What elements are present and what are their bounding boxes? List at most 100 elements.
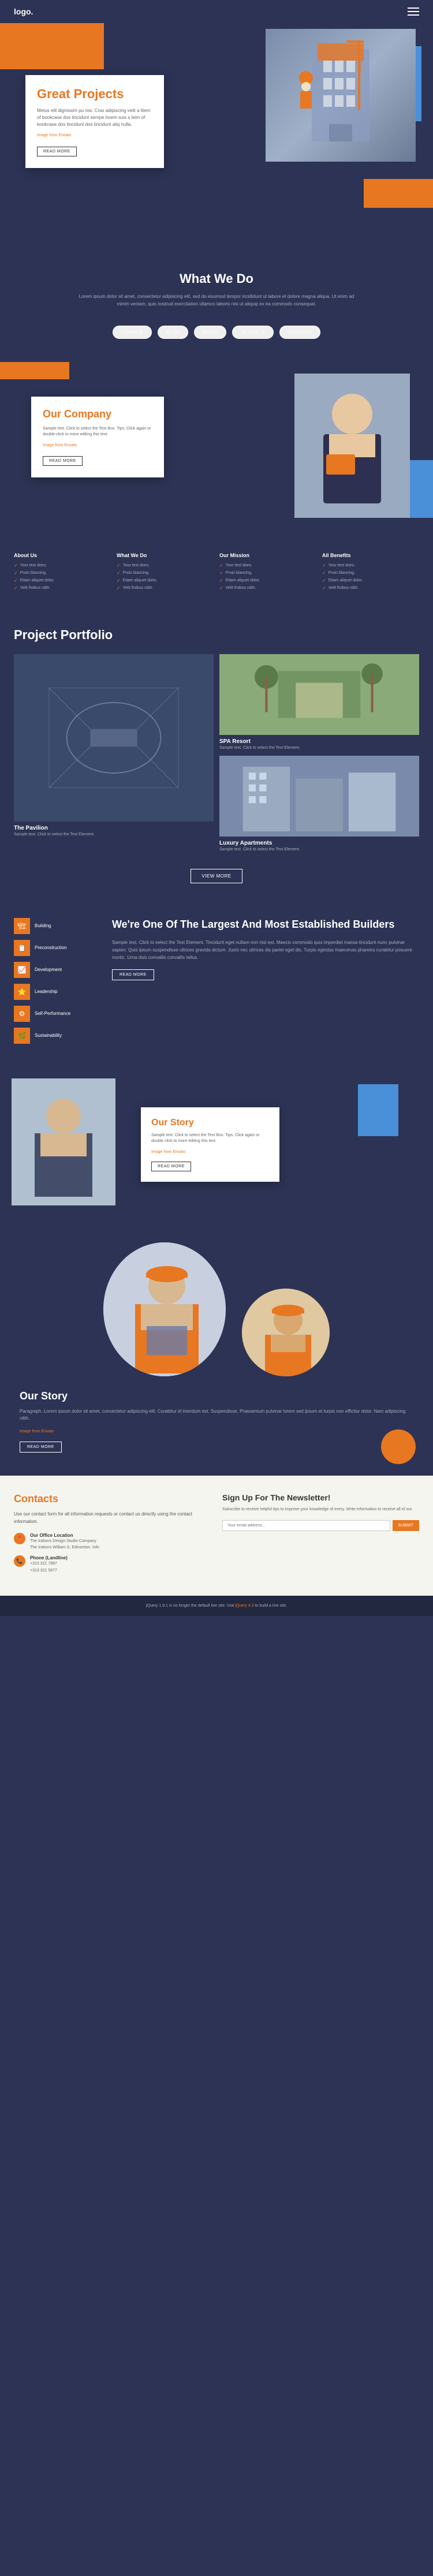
- about-col-1-item-1: ✓Your text does.: [14, 563, 111, 568]
- team-read-more-button[interactable]: READ MORE: [20, 1442, 62, 1453]
- hamburger-line-2: [408, 11, 419, 12]
- company-read-more-button[interactable]: READ MORE: [43, 456, 83, 466]
- services-row: FINANCE PLAN BUILD ACTIVATE OPERATE: [14, 326, 419, 339]
- about-col-2-item-3: ✓Etiam aliquet dolor.: [117, 578, 214, 583]
- self-performance-icon: ⚙: [14, 1006, 30, 1022]
- builders-icons-list: 🏗 Building 📋 Preconstruction 📈 Developme…: [14, 918, 100, 1044]
- footer-link[interactable]: jQuery 4.3: [235, 1604, 253, 1608]
- builder-label-sustainability: Sustainability: [35, 1033, 62, 1038]
- service-finance[interactable]: FINANCE: [113, 326, 152, 339]
- builders-section: 🏗 Building 📋 Preconstruction 📈 Developme…: [0, 901, 433, 1067]
- about-col-4-item-3: ✓Etiam aliquet dolor.: [322, 578, 419, 583]
- service-build[interactable]: BUILD: [194, 326, 226, 339]
- office-title: Our Office Location: [30, 1533, 99, 1538]
- company-image-caption: Image from Envato: [43, 443, 152, 449]
- about-col-1-item-3: ✓Etiam aliquet dolor.: [14, 578, 111, 583]
- about-col-4-title: All Benefits: [322, 552, 419, 558]
- builder-item-leadership: ⭐ Leadership: [14, 984, 100, 1000]
- phone-title: Phone (Landline): [30, 1555, 68, 1560]
- portfolio-item-spa[interactable]: SPA Resort Sample text. Click to select …: [219, 654, 419, 750]
- hero-image-caption: Image from Envato: [37, 133, 152, 139]
- about-col-2-item-2: ✓Proin blancing.: [117, 570, 214, 576]
- portfolio-item-luxury[interactable]: Luxury Apartments Sample text. Click to …: [219, 756, 419, 852]
- hero-read-more-button[interactable]: READ MORE: [37, 147, 77, 156]
- about-col-1-title: About Us: [14, 552, 111, 558]
- company-orange-accent: [0, 362, 69, 379]
- preconstruction-icon: 📋: [14, 940, 30, 956]
- contacts-section: Contacts Use our contact form for all in…: [0, 1476, 433, 1595]
- check-icon-8: ✓: [117, 585, 121, 591]
- about-col-3-item-4: ✓Velit finibus nibh.: [219, 585, 316, 591]
- builders-read-more-button[interactable]: READ MORE: [112, 969, 154, 980]
- phone-number-1: +313 321 7987: [30, 1560, 68, 1567]
- about-col-1-item-4: ✓Velit finibus nibh.: [14, 585, 111, 591]
- team-title: Our Story: [20, 1390, 413, 1402]
- portfolio-title: Project Portfolio: [14, 628, 419, 643]
- view-more-button[interactable]: VIEW MORE: [191, 869, 242, 883]
- builder-item-preconstruction: 📋 Preconstruction: [14, 940, 100, 956]
- about-col-3-list: ✓Your text does. ✓Proin blancing. ✓Etiam…: [219, 563, 316, 591]
- builder-item-building: 🏗 Building: [14, 918, 100, 934]
- check-icon-10: ✓: [219, 570, 223, 576]
- hero-orange-rect-top: [0, 23, 104, 69]
- service-operate[interactable]: OPERATE: [279, 326, 320, 339]
- builders-title: We're One Of The Largest And Most Establ…: [112, 918, 419, 931]
- office-company: The Indoors Design Studio Company: [30, 1538, 99, 1544]
- story-title: Our Story: [151, 1118, 269, 1128]
- newsletter-submit-button[interactable]: SUBMIT: [393, 1520, 419, 1531]
- check-icon-9: ✓: [219, 563, 223, 568]
- portfolio-item-pavilion[interactable]: The Pavilion Sample text. Click to selec…: [14, 654, 214, 857]
- check-icon-14: ✓: [322, 570, 326, 576]
- pavilion-svg: [14, 654, 214, 822]
- check-icon-1: ✓: [14, 563, 18, 568]
- building-icon: 🏗: [14, 918, 30, 934]
- check-icon-12: ✓: [219, 585, 223, 591]
- footer: jQuery 1.9.1 is no longer the default li…: [0, 1596, 433, 1616]
- builder-label-development: Development: [35, 967, 62, 972]
- footer-text: jQuery 1.9.1 is no longer the default li…: [146, 1604, 287, 1608]
- location-icon: 📍: [14, 1533, 25, 1544]
- hero-image-inner: [266, 29, 416, 162]
- team-secondary-svg: [242, 1289, 332, 1379]
- check-icon-2: ✓: [14, 570, 18, 576]
- person-svg: [294, 374, 410, 518]
- hero-section: Great Projects Metus elit dignissim pu n…: [0, 23, 433, 242]
- about-col-4-item-4: ✓Velit finibus nibh.: [322, 585, 419, 591]
- luxury-sub: Sample text. Click to select the Text El…: [219, 848, 419, 852]
- service-activate[interactable]: ACTIVATE: [232, 326, 274, 339]
- team-photos: [14, 1240, 419, 1379]
- builder-item-development: 📈 Development: [14, 962, 100, 978]
- phone-number-2: +313 321 5677: [30, 1567, 68, 1574]
- company-section: Our Company Sample text. Click to select…: [0, 362, 433, 535]
- portfolio-img-spa: [219, 654, 419, 735]
- check-icon-3: ✓: [14, 578, 18, 583]
- company-title: Our Company: [43, 408, 152, 420]
- story-description: Sample text. Click to select the Text Bo…: [151, 1133, 269, 1145]
- contacts-right: Sign Up For The Newsletter! Subscribe to…: [222, 1493, 419, 1578]
- newsletter-form: SUBMIT: [222, 1520, 419, 1531]
- logo: logo.: [14, 7, 33, 16]
- about-col-3-item-1: ✓Your text does.: [219, 563, 316, 568]
- about-col-2-title: What We Do: [117, 552, 214, 558]
- service-plan[interactable]: PLAN: [158, 326, 188, 339]
- what-we-do-description: Lorem ipsum dolor sit amet, consectetur …: [72, 293, 361, 308]
- story-person-svg: [12, 1078, 115, 1205]
- contacts-left: Contacts Use our contact form for all in…: [14, 1493, 211, 1578]
- our-story-section: Our Story Sample text. Click to select t…: [0, 1067, 433, 1229]
- hamburger-menu[interactable]: [408, 8, 419, 16]
- phone-icon: 📞: [14, 1555, 25, 1567]
- story-image-caption: Image from Envato: [151, 1149, 269, 1156]
- phone-text-block: Phone (Landline) +313 321 7987 +313 321 …: [30, 1555, 68, 1573]
- about-col-1-item-2: ✓Proin blancing.: [14, 570, 111, 576]
- team-photo-main: [101, 1240, 228, 1379]
- portfolio-img-luxury: [219, 756, 419, 837]
- newsletter-email-input[interactable]: [222, 1520, 390, 1531]
- story-read-more-button[interactable]: READ MORE: [151, 1162, 191, 1171]
- check-icon-5: ✓: [117, 563, 121, 568]
- pavilion-label: The Pavilion: [14, 825, 214, 831]
- check-icon-6: ✓: [117, 570, 121, 576]
- check-icon-7: ✓: [117, 578, 121, 583]
- hamburger-line-1: [408, 8, 419, 9]
- team-text: Our Story Paragraph. Lorem ipsum dolor s…: [14, 1390, 419, 1453]
- about-col-4-item-2: ✓Proin blancing.: [322, 570, 419, 576]
